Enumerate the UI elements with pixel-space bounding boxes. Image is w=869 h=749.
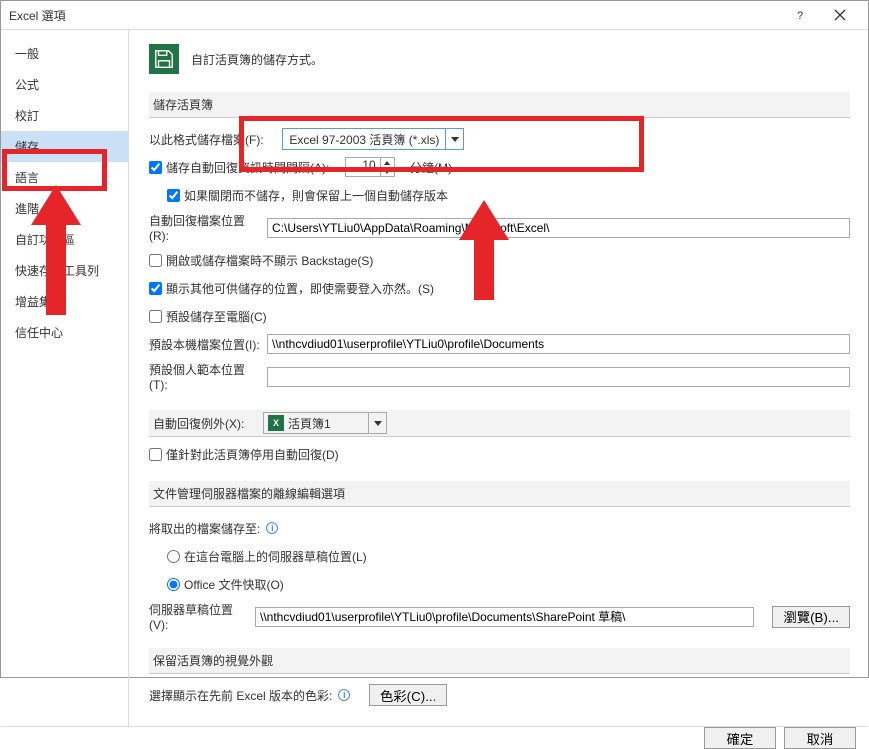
radio-server-drafts[interactable]: 在這台電腦上的伺服器草稿位置(L)	[167, 548, 367, 565]
draft-loc-label: 伺服器草稿位置(V):	[149, 601, 249, 632]
save-to-pc-checkbox[interactable]: 預設儲存至電腦(C)	[149, 308, 267, 325]
except-label: 自動回復例外(X):	[153, 415, 244, 432]
sidebar-item-save[interactable]: 儲存	[1, 131, 128, 162]
info-icon[interactable]: i	[266, 522, 278, 534]
template-loc-input[interactable]	[267, 367, 850, 387]
content-area: 自訂活頁簿的儲存方式。 儲存活頁簿 以此格式儲存檔案(F): Excel 97-…	[129, 30, 868, 726]
window-title: Excel 選項	[9, 7, 780, 24]
spinner-down[interactable]	[381, 167, 394, 176]
info-icon[interactable]: i	[338, 689, 350, 701]
autorecover-unit: 分鐘(M)	[410, 159, 452, 176]
sidebar-item-addins[interactable]: 增益集	[1, 286, 128, 317]
sidebar-item-qat[interactable]: 快速存取工具列	[1, 255, 128, 286]
sidebar-item-proofing[interactable]: 校訂	[1, 100, 128, 131]
template-loc-label: 預設個人範本位置(T):	[149, 361, 261, 392]
no-backstage-checkbox[interactable]: 開啟或儲存檔案時不顯示 Backstage(S)	[149, 252, 373, 269]
section-save-header: 儲存活頁簿	[149, 92, 850, 118]
disable-autorecover-checkbox[interactable]: 僅針對此活頁簿停用自動回復(D)	[149, 446, 339, 463]
sidebar-item-language[interactable]: 語言	[1, 162, 128, 193]
chevron-down-icon	[368, 413, 386, 433]
excel-icon: X	[268, 415, 284, 431]
autorecover-spinner[interactable]: 10	[345, 157, 395, 177]
section-offline-header: 文件管理伺服器檔案的離線編輯選項	[149, 481, 850, 507]
default-loc-input[interactable]	[267, 334, 850, 354]
sidebar-item-formulas[interactable]: 公式	[1, 69, 128, 100]
format-value: Excel 97-2003 活頁簿 (*.xls)	[283, 131, 445, 148]
draft-loc-input[interactable]	[255, 607, 754, 627]
sidebar-item-ribbon[interactable]: 自訂功能區	[1, 224, 128, 255]
keep-last-checkbox[interactable]: 如果關閉而不儲存，則會保留上一個自動儲存版本	[167, 187, 448, 204]
help-button[interactable]: ?	[780, 1, 820, 29]
sidebar-item-general[interactable]: 一般	[1, 38, 128, 69]
section-visual-header: 保留活頁簿的視覺外觀	[149, 648, 850, 674]
checkout-label: 將取出的檔案儲存至:	[149, 520, 260, 537]
titlebar: Excel 選項 ?	[1, 1, 868, 30]
color-button[interactable]: 色彩(C)...	[369, 684, 447, 706]
autorecover-checkbox[interactable]: 儲存自動回復資訊時間間隔(A):	[149, 159, 329, 176]
chevron-down-icon	[445, 129, 463, 149]
svg-text:?: ?	[797, 10, 803, 21]
recover-loc-label: 自動回復檔案位置(R):	[149, 212, 261, 243]
format-combo[interactable]: Excel 97-2003 活頁簿 (*.xls)	[282, 128, 464, 150]
format-label: 以此格式儲存檔案(F):	[149, 131, 264, 148]
header-description: 自訂活頁簿的儲存方式。	[191, 51, 323, 68]
default-loc-label: 預設本機檔案位置(I):	[149, 336, 261, 353]
recover-loc-input[interactable]	[267, 218, 850, 238]
close-button[interactable]	[820, 1, 860, 29]
color-label: 選擇顯示在先前 Excel 版本的色彩:	[149, 687, 332, 704]
browse-button[interactable]: 瀏覽(B)...	[772, 606, 850, 628]
except-workbook-combo[interactable]: X 活頁簿1	[263, 412, 387, 434]
spinner-up[interactable]	[381, 158, 394, 167]
footer: 確定 取消	[1, 726, 868, 749]
save-icon	[149, 44, 179, 74]
ok-button[interactable]: 確定	[704, 727, 776, 749]
show-extra-checkbox[interactable]: 顯示其他可供儲存的位置，即使需要登入亦然。(S)	[149, 280, 434, 297]
cancel-button[interactable]: 取消	[784, 727, 856, 749]
sidebar-item-trust[interactable]: 信任中心	[1, 317, 128, 348]
radio-office-cache[interactable]: Office 文件快取(O)	[167, 576, 284, 593]
sidebar: 一般 公式 校訂 儲存 語言 進階 自訂功能區 快速存取工具列 增益集 信任中心	[1, 30, 129, 726]
sidebar-item-advanced[interactable]: 進階	[1, 193, 128, 224]
